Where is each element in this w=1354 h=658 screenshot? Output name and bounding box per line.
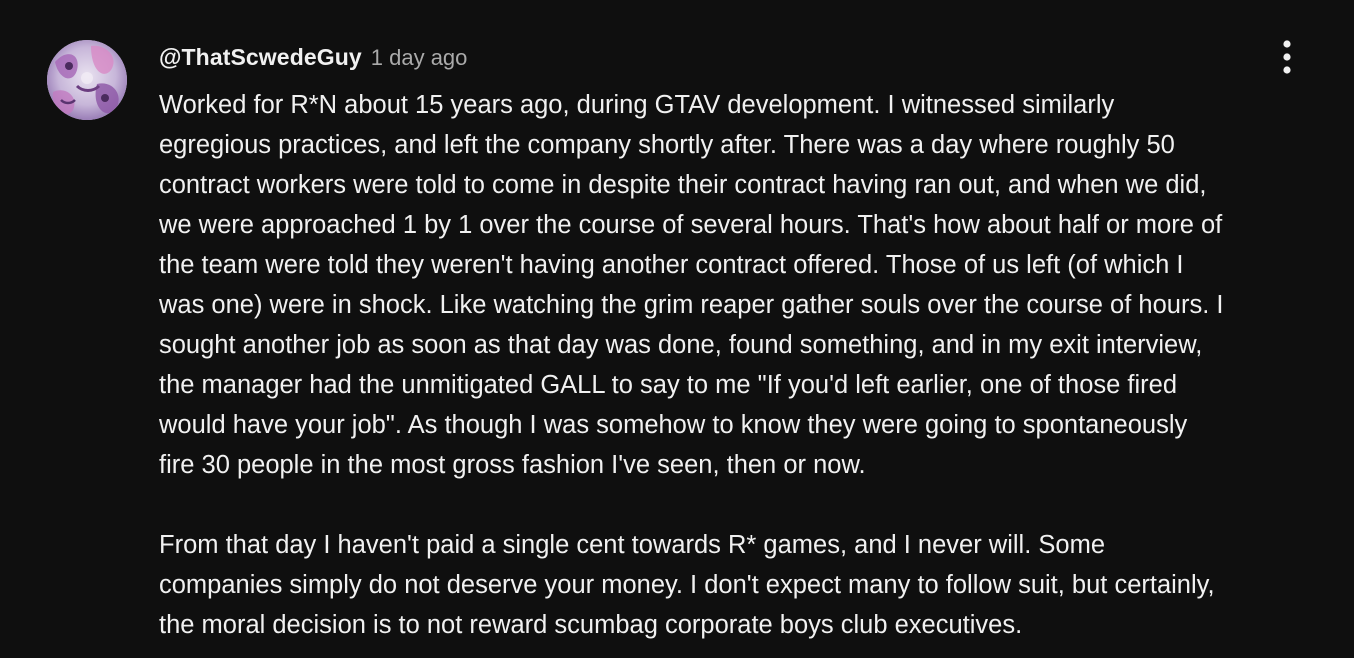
author-name[interactable]: @ThatScwedeGuy (159, 44, 362, 71)
more-vertical-icon (1283, 40, 1291, 74)
comment-line: egregious practices, and left the compan… (159, 131, 1175, 159)
comment-line: fire 30 people in the most gross fashion… (159, 451, 866, 479)
comment-line: companies simply do not deserve your mon… (159, 571, 1215, 599)
comment-line: From that day I haven't paid a single ce… (159, 531, 1106, 559)
avatar-image (47, 40, 127, 120)
comment-line: was one) were in shock. Like watching th… (159, 291, 1224, 319)
comment-line: the team were told they weren't having a… (159, 251, 1184, 279)
avatar[interactable] (47, 40, 127, 120)
comment-line: the manager had the unmitigated GALL to … (159, 371, 1177, 399)
comment-thread: @ThatScwedeGuy 1 day ago Worked for R*N … (0, 0, 1354, 658)
comment-text: Worked for R*N about 15 years ago, durin… (159, 85, 1339, 645)
comment-line: contract workers were told to come in de… (159, 171, 1207, 199)
comment-line: would have your job". As though I was so… (159, 411, 1188, 439)
paragraph-break (159, 485, 1339, 525)
comment-line: the moral decision is to not reward scum… (159, 611, 1023, 639)
comment-line: we were approached 1 by 1 over the cours… (159, 211, 1223, 239)
comment-line: Worked for R*N about 15 years ago, durin… (159, 91, 1115, 119)
comment-action-menu-button[interactable] (1266, 36, 1308, 78)
comment-timestamp[interactable]: 1 day ago (371, 45, 468, 71)
comment-header: @ThatScwedeGuy 1 day ago (159, 44, 467, 74)
comment-line: sought another job as soon as that day w… (159, 331, 1203, 359)
